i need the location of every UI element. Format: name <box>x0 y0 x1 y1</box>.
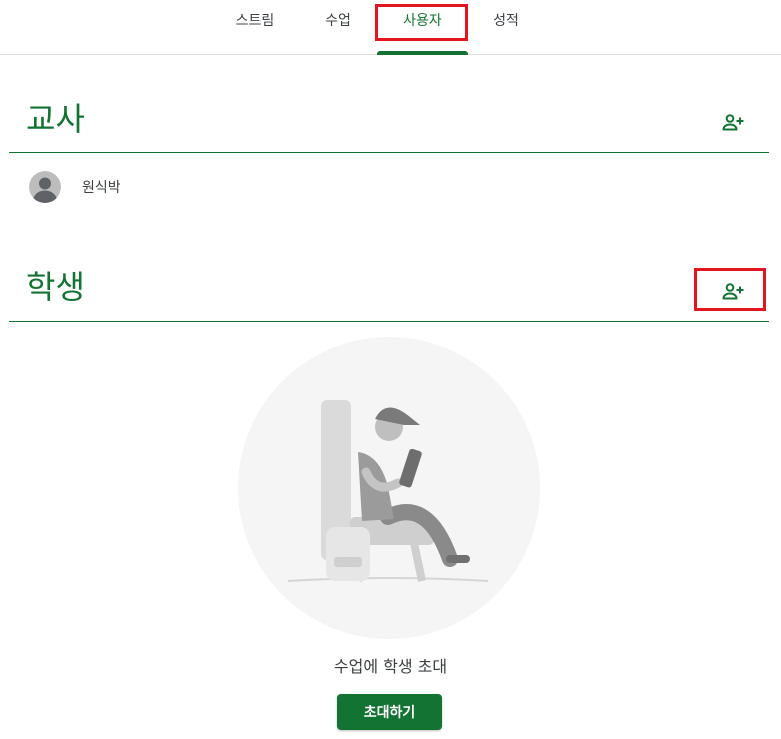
highlight-box-add-student <box>694 268 766 311</box>
tab-stream[interactable]: 스트림 <box>224 0 286 55</box>
tab-grades[interactable]: 성적 <box>480 0 532 55</box>
teacher-name: 원식박 <box>82 180 121 196</box>
person-add-icon <box>722 114 744 131</box>
add-teacher-button[interactable] <box>717 106 749 138</box>
teachers-divider <box>9 152 769 153</box>
tab-classwork[interactable]: 수업 <box>309 0 367 55</box>
highlight-box-people-tab <box>375 4 468 41</box>
student-reading-illustration <box>238 337 540 639</box>
invite-students-button[interactable]: 초대하기 <box>337 694 442 730</box>
default-avatar-icon <box>29 171 61 203</box>
empty-state-message: 수업에 학생 초대 <box>333 657 448 676</box>
active-tab-indicator <box>377 51 468 55</box>
students-divider <box>9 321 769 322</box>
teacher-row: 원식박 <box>29 170 121 204</box>
teachers-heading: 교사 <box>26 100 85 138</box>
students-heading: 학생 <box>26 268 85 306</box>
